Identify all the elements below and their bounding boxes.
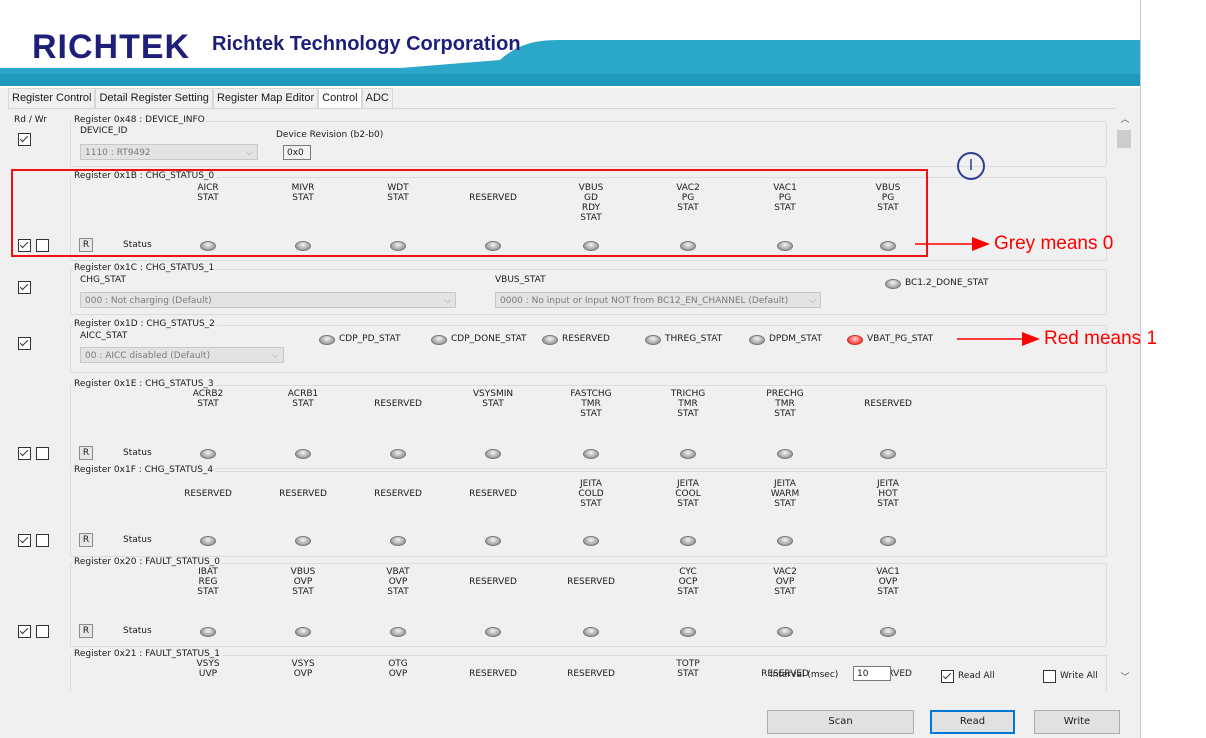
annotation-arrows bbox=[915, 237, 1040, 346]
annotation-grey-means-0: Grey means 0 bbox=[994, 233, 1114, 254]
arrow-red bbox=[957, 332, 1040, 346]
annotation-red-means-1: Red means 1 bbox=[1044, 328, 1158, 349]
arrow-grey bbox=[915, 237, 990, 251]
